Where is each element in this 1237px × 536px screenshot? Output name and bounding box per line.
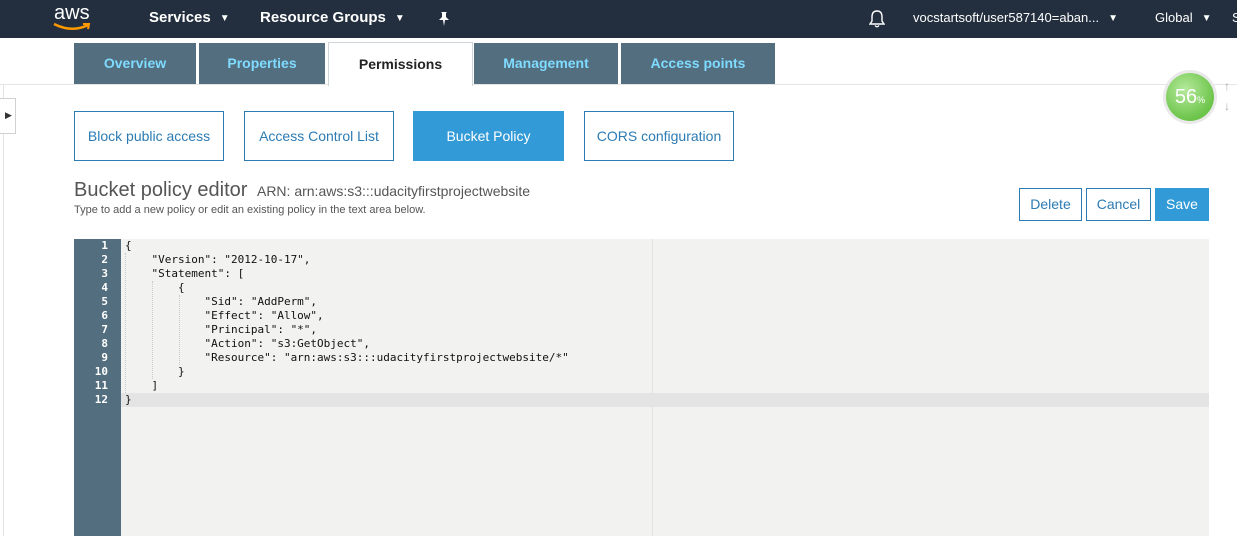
progress-badge[interactable]: 56%	[1163, 70, 1217, 124]
code-line: "Version": "2012-10-17",	[125, 253, 311, 266]
tab-properties[interactable]: Properties	[199, 43, 325, 84]
arrow-down-icon[interactable]: ↓	[1224, 96, 1237, 116]
subtab-bucket-policy[interactable]: Bucket Policy	[413, 111, 564, 161]
services-menu[interactable]: Services ▼	[149, 0, 230, 38]
chevron-down-icon: ▼	[1201, 13, 1212, 24]
code-line: }	[125, 365, 185, 378]
chevron-down-icon: ▼	[219, 13, 230, 24]
line-number: 9	[101, 351, 108, 364]
code-line: "Effect": "Allow",	[125, 309, 324, 322]
arrow-up-icon[interactable]: ↑	[1224, 76, 1237, 96]
policy-code-editor[interactable]: 1 2 3 4 5 6 7 8 9 10 11 12 { "Version": …	[74, 239, 1209, 536]
tabs-divider	[0, 84, 1237, 85]
line-number: 7	[101, 323, 108, 336]
notifications-bell-icon[interactable]	[868, 0, 886, 38]
region-menu[interactable]: Global ▼	[1155, 0, 1211, 38]
bucket-arn: ARN: arn:aws:s3:::udacityfirstprojectweb…	[256, 183, 531, 199]
resource-groups-menu[interactable]: Resource Groups ▼	[260, 0, 405, 38]
account-menu[interactable]: vocstartsoft/user587140=aban... ▼	[913, 0, 1118, 38]
pin-icon[interactable]	[437, 1, 451, 39]
code-line: {	[125, 281, 185, 294]
code-line: "Resource": "arn:aws:s3:::udacityfirstpr…	[125, 351, 569, 364]
delete-button[interactable]: Delete	[1019, 188, 1082, 221]
line-number: 8	[101, 337, 108, 350]
line-number: 11	[94, 379, 108, 392]
line-number: 2	[101, 253, 108, 266]
code-line: "Sid": "AddPerm",	[125, 295, 318, 308]
line-number: 4	[101, 281, 108, 294]
chevron-down-icon: ▼	[1108, 13, 1119, 24]
sidebar-toggle[interactable]: ▶	[0, 98, 16, 134]
progress-value: 56%	[1166, 73, 1214, 121]
tab-permissions[interactable]: Permissions	[328, 42, 473, 86]
caret-right-icon: ▶	[5, 110, 12, 120]
subtab-cors-configuration[interactable]: CORS configuration	[584, 111, 734, 161]
top-navigation-bar: aws Services ▼ Resource Groups ▼ vocstarts…	[0, 0, 1237, 38]
subtab-block-public-access[interactable]: Block public access	[74, 111, 224, 161]
line-number: 5	[101, 295, 108, 308]
print-margin	[652, 239, 653, 536]
line-number: 10	[94, 365, 108, 378]
subtab-access-control-list[interactable]: Access Control List	[244, 111, 394, 161]
line-number: 12	[94, 393, 108, 406]
line-number: 3	[101, 267, 108, 280]
tab-management[interactable]: Management	[474, 43, 618, 84]
line-number: 1	[101, 239, 108, 252]
code-line: "Action": "s3:GetObject",	[125, 337, 371, 350]
code-line: {	[125, 239, 132, 252]
code-line: }	[125, 393, 132, 406]
editor-heading: Bucket policy editor ARN: arn:aws:s3:::u…	[74, 179, 530, 202]
tab-overview[interactable]: Overview	[74, 43, 196, 84]
support-menu-partial[interactable]: S	[1232, 0, 1237, 38]
sidebar-edge	[3, 85, 4, 536]
smile-arrow-icon	[53, 22, 91, 30]
active-line-highlight	[121, 393, 1209, 407]
scroll-arrows[interactable]: ↑ ↓	[1224, 76, 1237, 122]
code-line: ]	[125, 379, 159, 392]
save-button[interactable]: Save	[1155, 188, 1209, 221]
editor-title: Bucket policy editor	[74, 179, 248, 201]
tab-access-points[interactable]: Access points	[621, 43, 775, 84]
cancel-button[interactable]: Cancel	[1086, 188, 1151, 221]
editor-subtitle: Type to add a new policy or edit an exis…	[74, 204, 426, 216]
code-line: "Statement": [	[125, 267, 245, 280]
line-number: 6	[101, 309, 108, 322]
chevron-down-icon: ▼	[394, 13, 405, 24]
code-line: "Principal": "*",	[125, 323, 318, 336]
aws-logo[interactable]: aws	[52, 2, 96, 34]
